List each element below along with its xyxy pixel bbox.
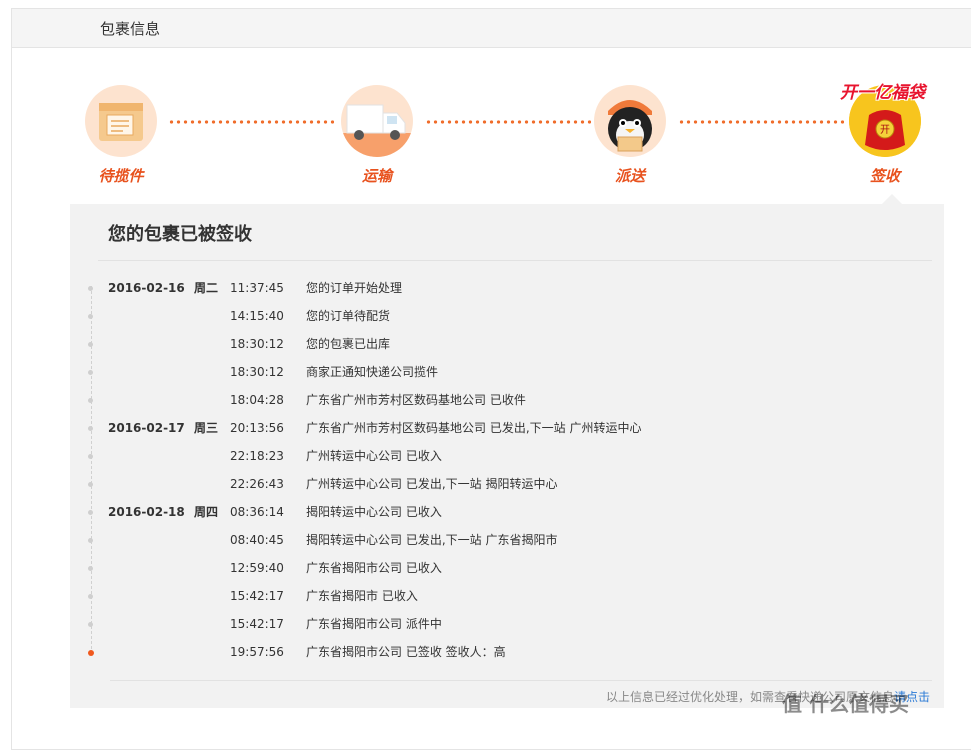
step-label: 派送 bbox=[614, 167, 645, 185]
row-time: 18:04:28 bbox=[230, 393, 284, 407]
step-delivering: 派送 bbox=[594, 85, 666, 186]
timeline-dot bbox=[88, 370, 93, 375]
timeline-dot bbox=[88, 510, 93, 515]
row-time: 14:15:40 bbox=[230, 309, 284, 323]
row-date: 2016-02-16 bbox=[108, 281, 185, 295]
timeline-dot bbox=[88, 286, 93, 291]
row-description: 广东省广州市芳村区数码基地公司 已发出,下一站 广州转运中心 bbox=[306, 421, 642, 435]
row-description: 广东省揭阳市 已收入 bbox=[306, 589, 418, 603]
row-weekday: 周四 bbox=[194, 505, 219, 519]
promo-banner[interactable]: 开一亿福袋 bbox=[840, 78, 925, 103]
row-description: 您的订单开始处理 bbox=[306, 281, 403, 295]
row-description: 商家正通知快递公司揽件 bbox=[306, 365, 439, 379]
progress-connector bbox=[678, 120, 844, 124]
step-label: 运输 bbox=[361, 167, 392, 185]
timeline-dot bbox=[88, 622, 93, 627]
section-title: 包裹信息 bbox=[100, 20, 161, 38]
row-time: 22:26:43 bbox=[230, 477, 284, 491]
row-date: 2016-02-18 bbox=[108, 505, 185, 519]
watermark: 值 什么值得买 bbox=[782, 692, 909, 716]
row-time: 22:18:23 bbox=[230, 449, 284, 463]
row-description: 广州转运中心公司 已收入 bbox=[306, 449, 442, 463]
timeline-dot bbox=[88, 482, 93, 487]
divider bbox=[98, 260, 932, 261]
row-weekday: 周二 bbox=[194, 281, 219, 295]
timeline-dot bbox=[88, 594, 93, 599]
section-header: 包裹信息 bbox=[11, 8, 971, 48]
step-label: 签收 bbox=[869, 167, 900, 185]
step-label: 待揽件 bbox=[98, 167, 144, 185]
row-description: 您的包裹已出库 bbox=[306, 337, 391, 351]
timeline-dot bbox=[88, 538, 93, 543]
row-time: 08:40:45 bbox=[230, 533, 284, 547]
timeline-dot bbox=[88, 566, 93, 571]
courier-penguin-icon bbox=[594, 85, 666, 157]
row-description: 揭阳转运中心公司 已发出,下一站 广东省揭阳市 bbox=[306, 533, 558, 547]
row-time: 20:13:56 bbox=[230, 421, 284, 435]
truck-icon bbox=[341, 85, 413, 157]
timeline-dot bbox=[88, 426, 93, 431]
panel-title: 您的包裹已被签收 bbox=[108, 224, 252, 245]
row-description: 广州转运中心公司 已发出,下一站 揭阳转运中心 bbox=[306, 477, 558, 491]
divider bbox=[110, 680, 932, 681]
envelope-badge-text: 开 bbox=[880, 125, 890, 136]
timeline-dot bbox=[88, 314, 93, 319]
row-time: 18:30:12 bbox=[230, 337, 284, 351]
row-description: 广东省揭阳市公司 已签收 签收人：高 bbox=[306, 645, 506, 659]
row-time: 08:36:14 bbox=[230, 505, 284, 519]
row-time: 15:42:17 bbox=[230, 589, 284, 603]
package-waiting-icon bbox=[85, 85, 157, 157]
step-in-transit: 运输 bbox=[341, 85, 413, 186]
timeline-dot-active bbox=[88, 650, 94, 656]
panel-pointer bbox=[882, 194, 902, 204]
row-description: 广东省揭阳市公司 派件中 bbox=[306, 617, 442, 631]
progress-connector bbox=[168, 120, 334, 124]
tracking-panel: 您的包裹已被签收 2016-02-16 周二 11:37:45 您的订单开始处理 14… bbox=[70, 204, 944, 708]
timeline-dot bbox=[88, 342, 93, 347]
row-weekday: 周三 bbox=[194, 421, 219, 435]
row-date: 2016-02-17 bbox=[108, 421, 185, 435]
timeline-dot bbox=[88, 454, 93, 459]
row-time: 19:57:56 bbox=[230, 645, 284, 659]
row-time: 11:37:45 bbox=[230, 281, 284, 295]
timeline-dot bbox=[88, 398, 93, 403]
row-description: 广东省揭阳市公司 已收入 bbox=[306, 561, 442, 575]
row-time: 12:59:40 bbox=[230, 561, 284, 575]
step-pending-pickup: 待揽件 bbox=[85, 85, 157, 186]
progress-connector bbox=[425, 120, 591, 124]
row-description: 广东省广州市芳村区数码基地公司 已收件 bbox=[306, 393, 526, 407]
row-description: 揭阳转运中心公司 已收入 bbox=[306, 505, 442, 519]
row-time: 15:42:17 bbox=[230, 617, 284, 631]
row-time: 18:30:12 bbox=[230, 365, 284, 379]
row-description: 您的订单待配货 bbox=[306, 309, 391, 323]
